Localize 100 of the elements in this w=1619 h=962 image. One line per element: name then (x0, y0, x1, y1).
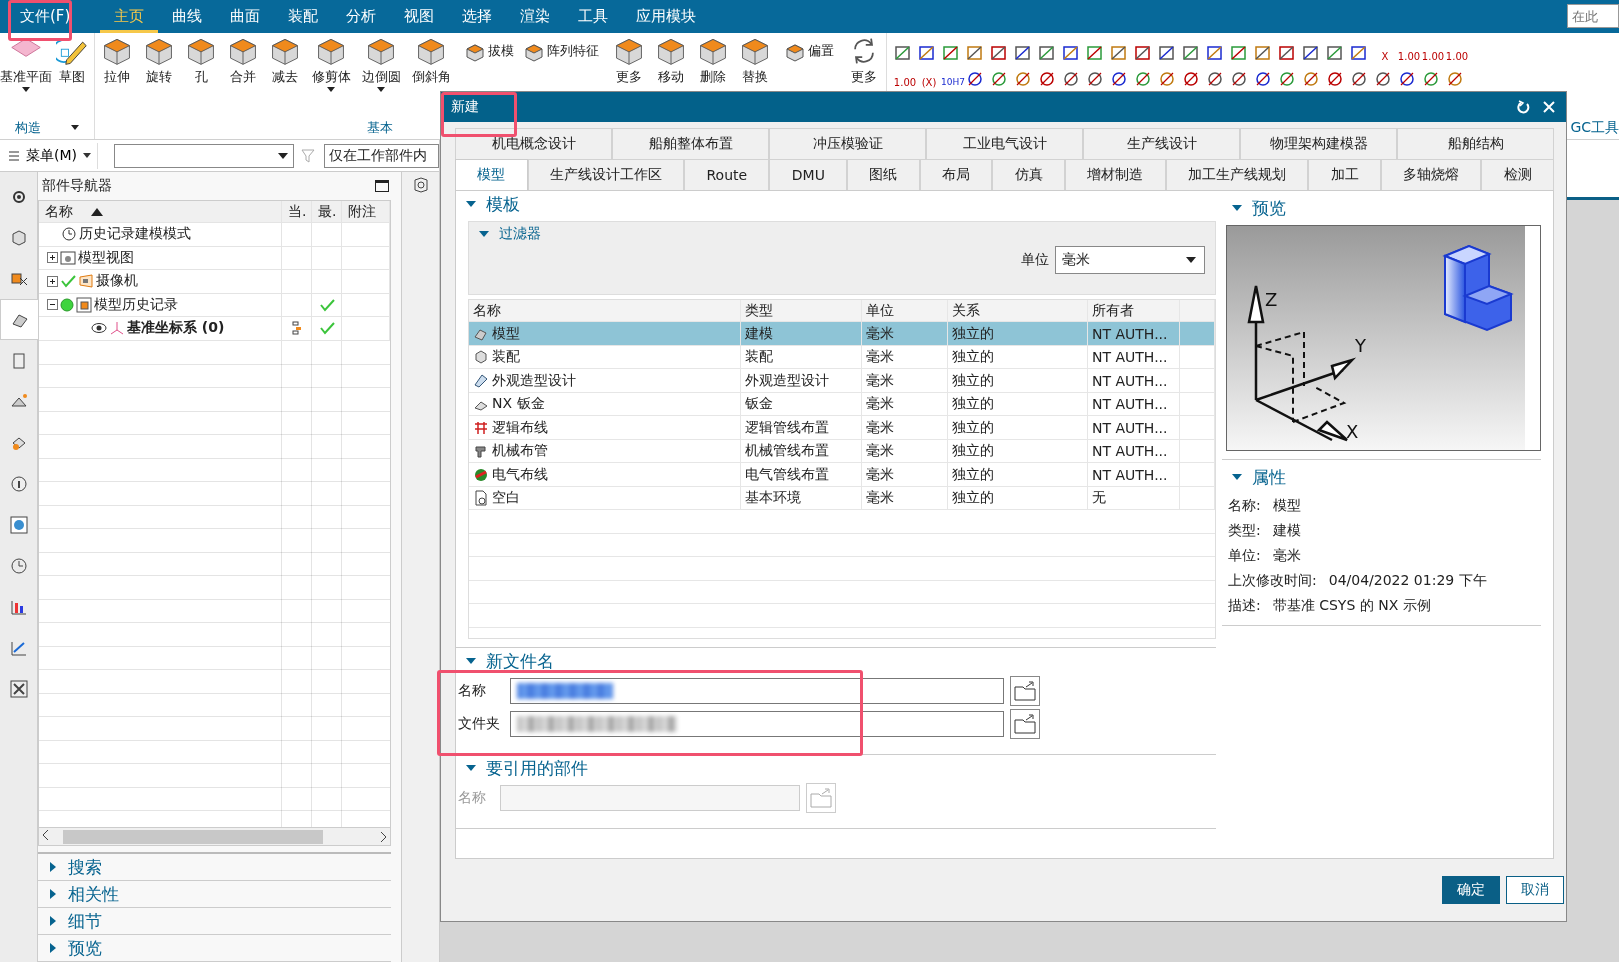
tool-button[interactable]: 更多 (844, 34, 884, 117)
tool-icon[interactable] (1277, 69, 1297, 89)
tool-icon[interactable] (1037, 69, 1057, 89)
tab[interactable]: 增材制造 (1065, 159, 1166, 191)
tree-item[interactable]: 摄像机 (96, 272, 138, 291)
tool-icon[interactable] (1325, 43, 1345, 63)
menu-item[interactable]: 曲线 (158, 0, 217, 33)
tab[interactable]: Route (684, 159, 770, 191)
tool-icon[interactable] (1349, 43, 1369, 63)
tool-icon[interactable] (1085, 43, 1105, 63)
tree-item[interactable]: 历史记录建模模式 (79, 225, 191, 244)
dropdown-field[interactable] (114, 143, 294, 168)
menu-item[interactable]: 工具 (564, 0, 623, 33)
section-header[interactable]: 相关性 (38, 881, 391, 908)
table-row[interactable]: 电气布线 电气管线布置 毫米 独立的 NT AUTH... (469, 463, 1215, 487)
tool-button[interactable]: 旋转 (139, 34, 179, 117)
tool-icon[interactable] (1325, 69, 1345, 89)
tool-button[interactable]: 边倒圆 (357, 34, 405, 117)
section-header[interactable]: 属性 (1222, 464, 1541, 491)
section-header[interactable]: 细节 (38, 908, 391, 935)
menu-item[interactable]: 装配 (274, 0, 333, 33)
tool-icon[interactable] (989, 69, 1009, 89)
section-header[interactable]: 搜索 (38, 854, 391, 881)
tab[interactable]: 加工 (1308, 159, 1381, 191)
tool-button[interactable]: 1.00 (1445, 43, 1469, 69)
reset-icon[interactable] (1516, 100, 1530, 115)
tree-item[interactable]: 模型视图 (78, 248, 134, 267)
eye-icon[interactable] (91, 322, 107, 335)
tab[interactable]: 机电概念设计 (455, 128, 612, 160)
tab[interactable]: 物理架构建模器 (1240, 128, 1397, 160)
tool-icon[interactable] (1229, 69, 1249, 89)
tool-button[interactable]: X (1373, 43, 1397, 69)
tool-icon[interactable] (1181, 43, 1201, 63)
column-header[interactable]: 类型 (741, 300, 862, 322)
table-row[interactable]: 逻辑布线 逻辑管线布置 毫米 独立的 NT AUTH... (469, 416, 1215, 440)
expand-toggle[interactable] (47, 299, 58, 311)
tab[interactable]: 布局 (919, 159, 993, 191)
tool-button[interactable]: 基准平面 (2, 34, 50, 117)
tool-icon[interactable] (1157, 69, 1177, 89)
text-field[interactable] (510, 710, 1004, 737)
tab[interactable]: 生产线设计工作区 (527, 159, 685, 191)
column-header[interactable]: 名称 (469, 300, 741, 322)
tab[interactable]: 冲压模验证 (769, 128, 926, 160)
tool-icon[interactable] (1205, 69, 1225, 89)
column-header[interactable]: 所有者 (1088, 300, 1180, 322)
tool-icon[interactable] (1061, 69, 1081, 89)
tool-icon[interactable] (1397, 69, 1417, 89)
section-header[interactable]: 模板 (456, 191, 1216, 218)
folder-button[interactable] (1010, 708, 1040, 739)
tool-icon[interactable] (965, 43, 985, 63)
menu-item[interactable]: 分析 (332, 0, 391, 33)
close-icon[interactable] (1542, 100, 1556, 115)
tool-icon[interactable] (1133, 69, 1153, 89)
section-header[interactable]: 过滤器 (469, 222, 1215, 247)
tool-icon[interactable] (965, 69, 985, 89)
column-header[interactable]: 当. (282, 201, 312, 222)
tool-icon[interactable] (1157, 43, 1177, 63)
tool-button[interactable]: 阵列特征 (522, 34, 601, 74)
search-field[interactable]: 在此 (1567, 4, 1619, 28)
tool-icon[interactable] (1349, 69, 1369, 89)
tool-icon[interactable] (1109, 69, 1129, 89)
tool-icon[interactable] (1301, 43, 1321, 63)
tab[interactable]: 工业电气设计 (926, 128, 1083, 160)
menu-item[interactable]: 渲染 (506, 0, 565, 33)
tab[interactable]: 模型 (455, 159, 528, 191)
tool-icon[interactable] (1253, 43, 1273, 63)
tool-icon[interactable] (1277, 43, 1297, 63)
menu-item[interactable]: 文件(F) (10, 0, 81, 33)
tool-button[interactable]: 减去 (265, 34, 305, 117)
tree-item[interactable]: 模型历史记录 (94, 295, 178, 314)
tool-icon[interactable] (1373, 69, 1393, 89)
tool-button[interactable]: 拔模 (463, 34, 516, 74)
tool-icon[interactable] (1133, 43, 1153, 63)
unit-dropdown[interactable]: 毫米 (1055, 246, 1205, 275)
tool-icon[interactable] (1229, 43, 1249, 63)
tool-icon[interactable] (1037, 43, 1057, 63)
section-header[interactable]: 要引用的部件 (456, 755, 1216, 782)
tool-button[interactable]: 草图 (52, 34, 92, 117)
menu-button[interactable]: 菜单(M) (8, 142, 98, 169)
tool-button[interactable]: 修剪体 (307, 34, 355, 117)
tool-button[interactable]: (X) (917, 69, 941, 95)
caret-icon[interactable] (71, 125, 79, 131)
view-tab-icon[interactable] (411, 176, 430, 194)
tab[interactable]: 船舶结构 (1397, 128, 1554, 160)
tool-icon[interactable] (1253, 69, 1273, 89)
table-row[interactable]: 装配 装配 毫米 独立的 NT AUTH... (469, 345, 1215, 370)
column-header[interactable]: 附注 (342, 201, 390, 222)
menu-item[interactable]: 应用模块 (622, 0, 711, 33)
tool-icon[interactable] (989, 43, 1009, 63)
tool-button[interactable]: 10H7 (941, 69, 965, 95)
tab[interactable]: 船舶整体布置 (612, 128, 769, 160)
tool-icon[interactable] (1061, 43, 1081, 63)
expand-toggle[interactable] (47, 252, 58, 264)
tool-button[interactable]: 1.00 (1397, 43, 1421, 69)
table-row[interactable]: 机械布管 机械管线布置 毫米 独立的 NT AUTH... (469, 439, 1215, 464)
tab[interactable]: 仿真 (992, 159, 1065, 191)
tool-icon[interactable] (941, 43, 961, 63)
tab[interactable]: 生产线设计 (1083, 128, 1240, 160)
ok-button[interactable]: 确定 (1442, 876, 1500, 905)
tab[interactable]: 检测 (1481, 159, 1555, 191)
